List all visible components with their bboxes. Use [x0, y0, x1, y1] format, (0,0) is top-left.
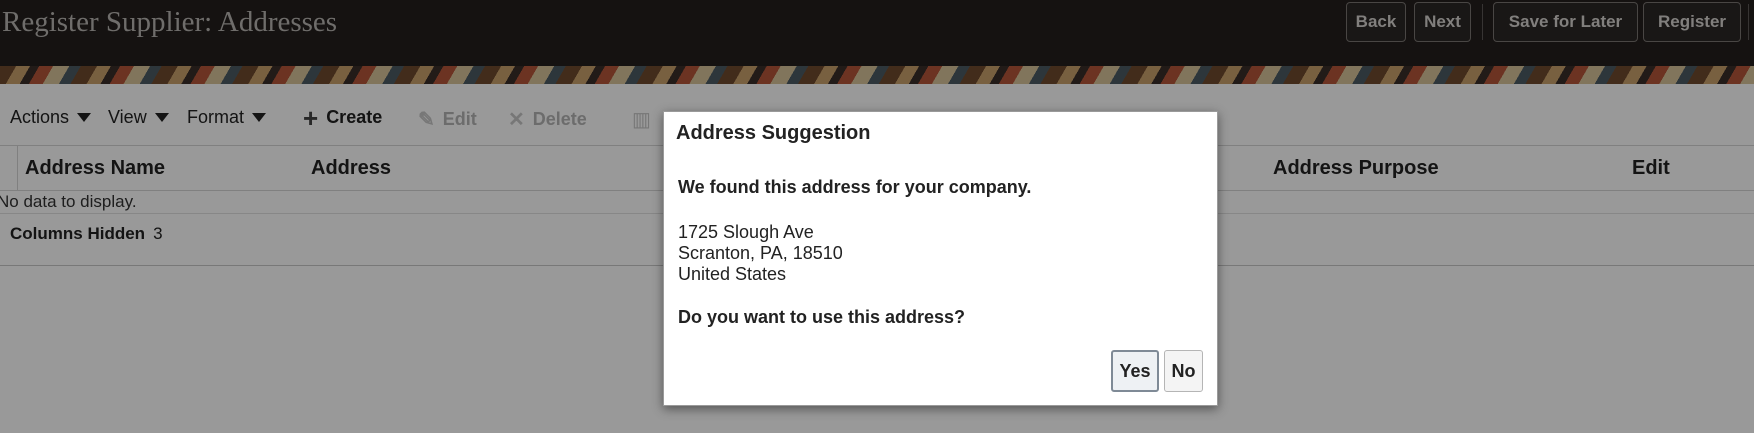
no-button[interactable]: No [1164, 350, 1203, 392]
address-line-3: United States [678, 264, 787, 284]
no-button-label: No [1171, 360, 1196, 381]
address-line-2: Scranton, PA, 18510 [678, 243, 843, 263]
address-line-1: 1725 Slough Ave [678, 222, 814, 242]
dialog-intro-text: We found this address for your company. [678, 177, 1032, 197]
yes-button-label: Yes [1119, 360, 1151, 381]
dialog-question: Do you want to use this address? [678, 307, 966, 327]
modal-overlay: Address Suggestion We found this address… [0, 0, 1754, 433]
yes-button[interactable]: Yes [1111, 350, 1159, 392]
address-suggestion-dialog: Address Suggestion We found this address… [663, 111, 1218, 406]
dialog-title: Address Suggestion [676, 122, 871, 144]
